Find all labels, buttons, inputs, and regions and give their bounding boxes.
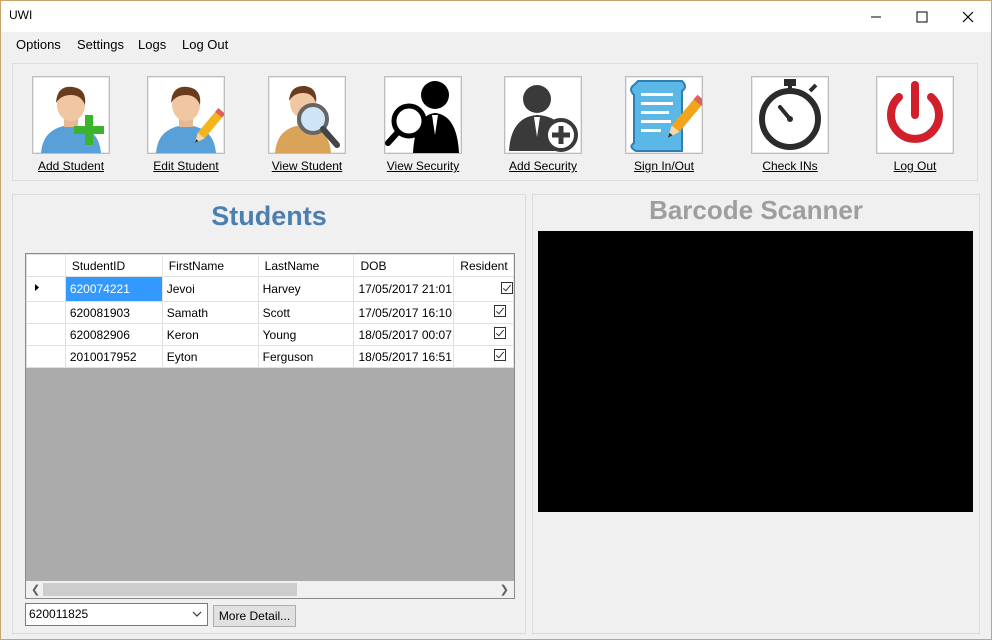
current-row-indicator[interactable] [26,276,66,302]
resident-checkbox[interactable] [494,305,507,317]
power-icon [876,76,954,154]
edit-student-icon [147,76,226,154]
scanner-video-feed [538,231,973,512]
view-security-label: View Security [386,159,460,173]
sign-in-out-button[interactable]: Sign In/Out [614,76,714,176]
menu-settings[interactable]: Settings [77,37,124,52]
add-security-button[interactable]: Add Security [493,76,593,176]
cell-studentid[interactable]: 620081903 [64,301,163,324]
cell-dob[interactable]: 18/05/2017 00:07 [353,323,455,346]
column-header-studentid[interactable]: StudentID [64,254,163,277]
close-button[interactable] [945,1,991,32]
cell-firstname[interactable]: Samath [161,301,259,324]
view-security-button[interactable]: View Security [373,76,473,176]
column-header-resident[interactable]: Resident [453,254,514,277]
scroll-right-icon[interactable]: ❯ [500,583,509,596]
student-id-value: 620011825 [29,607,89,621]
row-header-corner [26,254,66,277]
column-header-firstname[interactable]: FirstName [161,254,259,277]
table-row[interactable]: 620082906 Keron Young 18/05/2017 00:07 [26,323,514,346]
horizontal-scrollbar[interactable]: ❮ ❯ [26,581,514,598]
cell-studentid[interactable]: 2010017952 [64,345,163,368]
check-ins-button[interactable]: Check INs [740,76,840,176]
menu-log-out[interactable]: Log Out [182,37,228,52]
cell-resident[interactable] [453,276,514,302]
title-bar[interactable]: UWI [1,1,991,32]
cell-lastname[interactable]: Scott [257,301,355,324]
students-title: Students [211,201,327,231]
edit-student-label: Edit Student [153,159,219,173]
column-header-lastname[interactable]: LastName [257,254,355,277]
sign-in-out-label: Sign In/Out [633,159,695,173]
menu-logs[interactable]: Logs [138,37,166,52]
cell-dob[interactable]: 18/05/2017 16:51 [353,345,455,368]
cell-firstname[interactable]: Jevoi [161,276,259,302]
students-table: StudentID FirstName LastName DOB Residen… [26,254,514,368]
sign-in-out-icon [625,76,706,154]
students-grid[interactable]: StudentID FirstName LastName DOB Residen… [25,253,515,599]
add-student-icon [32,76,110,154]
resident-checkbox[interactable] [494,327,507,339]
add-student-button[interactable]: Add Student [21,76,121,176]
edit-student-button[interactable]: Edit Student [136,76,236,176]
row-arrow-icon [35,284,39,291]
scroll-left-icon[interactable]: ❮ [31,583,40,596]
chevron-down-icon [192,611,202,617]
resident-checkbox[interactable] [501,281,513,294]
add-student-label: Add Student [37,159,105,173]
stopwatch-icon [751,76,829,154]
row-header[interactable] [26,301,66,324]
add-security-icon [504,76,582,154]
table-row[interactable]: 620081903 Samath Scott 17/05/2017 16:10 [26,301,514,324]
cell-resident[interactable] [453,323,514,346]
scrollbar-thumb[interactable] [43,583,297,596]
cell-lastname[interactable]: Young [257,323,355,346]
log-out-label: Log Out [893,159,937,173]
maximize-button[interactable] [899,1,945,32]
resident-checkbox[interactable] [494,349,507,361]
column-header-dob[interactable]: DOB [353,254,455,277]
minimize-button[interactable] [853,1,899,32]
cell-dob[interactable]: 17/05/2017 16:10 [353,301,455,324]
row-header[interactable] [26,345,66,368]
row-header[interactable] [26,323,66,346]
view-security-icon [384,76,462,154]
check-ins-label: Check INs [762,159,818,173]
cell-lastname[interactable]: Ferguson [257,345,355,368]
cell-firstname[interactable]: Keron [161,323,259,346]
cell-firstname[interactable]: Eyton [161,345,259,368]
view-student-label: View Student [271,159,343,173]
student-id-dropdown[interactable]: 620011825 [25,603,208,626]
cell-studentid[interactable]: 620082906 [64,323,163,346]
toolbar: Add Student Edit Student View Student Vi… [12,63,978,181]
menu-bar: Options Settings Logs Log Out [1,32,991,56]
menu-options[interactable]: Options [16,37,61,52]
view-student-button[interactable]: View Student [257,76,357,176]
students-panel: Students StudentID FirstName LastName DO… [12,194,526,634]
add-security-label: Add Security [508,159,578,173]
maximize-icon [916,11,928,22]
minimize-icon [871,16,881,17]
table-row[interactable]: 2010017952 Eyton Ferguson 18/05/2017 16:… [26,345,514,368]
log-out-button[interactable]: Log Out [865,76,965,176]
table-row[interactable]: 620074221 Jevoi Harvey 17/05/2017 21:01 [26,276,514,302]
window-title: UWI [9,8,33,22]
more-detail-button[interactable]: More Detail... [213,605,296,627]
scanner-title: Barcode Scanner [649,195,863,225]
cell-resident[interactable] [453,345,514,368]
cell-lastname[interactable]: Harvey [257,276,355,302]
close-icon [962,11,974,22]
cell-studentid[interactable]: 620074221 [64,276,163,302]
cell-dob[interactable]: 17/05/2017 21:01 [353,276,455,302]
view-student-icon [268,76,346,154]
cell-resident[interactable] [453,301,514,324]
